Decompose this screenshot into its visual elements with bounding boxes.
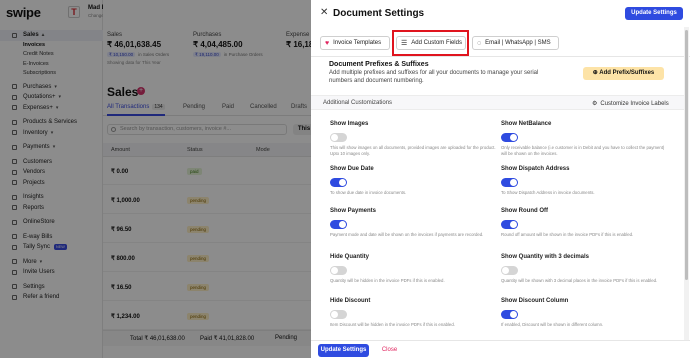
chat-icon: ◌ bbox=[477, 39, 482, 47]
option-show-netbalance: Show NetBalance Only receivable balance … bbox=[501, 121, 665, 156]
document-settings-drawer: ✕ Document Settings Update Settings ♥ Inv… bbox=[311, 0, 690, 358]
additional-customizations-title: Additional Customizations bbox=[323, 100, 393, 106]
update-settings-button[interactable]: Update Settings bbox=[318, 344, 369, 357]
additional-customizations-bar: Additional Customizations ⚙ Customize Inv… bbox=[311, 95, 684, 110]
show-round-off-toggle[interactable] bbox=[501, 220, 518, 229]
close-button[interactable]: Close bbox=[377, 344, 402, 357]
show-dispatch-address-toggle[interactable] bbox=[501, 178, 518, 187]
show-quantity-3-decimals-toggle[interactable] bbox=[501, 266, 518, 275]
show-images-toggle[interactable] bbox=[330, 133, 347, 142]
hide-discount-toggle[interactable] bbox=[330, 310, 347, 319]
add-prefix-suffixes-button[interactable]: ⊕ Add Prefix/Suffixes bbox=[583, 67, 664, 80]
hide-quantity-toggle[interactable] bbox=[330, 266, 347, 275]
highlight-box bbox=[392, 30, 469, 56]
option-show-dispatch-address: Show Dispatch Address To Show Dispatch A… bbox=[501, 166, 595, 195]
invoice-templates-button[interactable]: ♥ Invoice Templates bbox=[320, 36, 390, 50]
drawer-scrollbar-thumb[interactable] bbox=[685, 30, 688, 280]
option-show-payments: Show Payments Payment mode and date will… bbox=[330, 208, 484, 237]
drawer-title: Document Settings bbox=[333, 8, 425, 19]
option-show-quantity-3-decimals: Show Quantity with 3 decimals Quantity w… bbox=[501, 254, 658, 283]
prefix-section-description: Add multiple prefixes and suffixes for a… bbox=[329, 70, 539, 85]
drawer-footer: Update Settings Close bbox=[311, 340, 690, 358]
option-hide-quantity: Hide Quantity Quantity will be hidden in… bbox=[330, 254, 445, 283]
prefix-section-title: Document Prefixes & Suffixes bbox=[329, 61, 429, 68]
option-show-due-date: Show Due Date To show due date in invoic… bbox=[330, 166, 407, 195]
customize-invoice-labels-link[interactable]: ⚙ Customize Invoice Labels bbox=[592, 100, 669, 107]
option-hide-discount: Hide Discount Item Discount will be hidd… bbox=[330, 298, 455, 327]
show-netbalance-toggle[interactable] bbox=[501, 133, 518, 142]
close-icon[interactable]: ✕ bbox=[320, 8, 328, 18]
show-payments-toggle[interactable] bbox=[330, 220, 347, 229]
option-show-round-off: Show Round Off Round off amount will be … bbox=[501, 208, 634, 237]
option-show-images: Show Images This will show images on all… bbox=[330, 121, 496, 156]
heart-icon: ♥ bbox=[325, 39, 330, 47]
email-whatsapp-sms-button[interactable]: ◌ Email | WhatsApp | SMS bbox=[472, 36, 559, 50]
gear-icon: ⚙ bbox=[592, 101, 598, 107]
update-settings-button-top[interactable]: Update Settings bbox=[625, 7, 683, 20]
show-discount-column-toggle[interactable] bbox=[501, 310, 518, 319]
divider bbox=[311, 56, 690, 57]
option-show-discount-column: Show Discount Column If enabled, Discoun… bbox=[501, 298, 604, 327]
show-due-date-toggle[interactable] bbox=[330, 178, 347, 187]
